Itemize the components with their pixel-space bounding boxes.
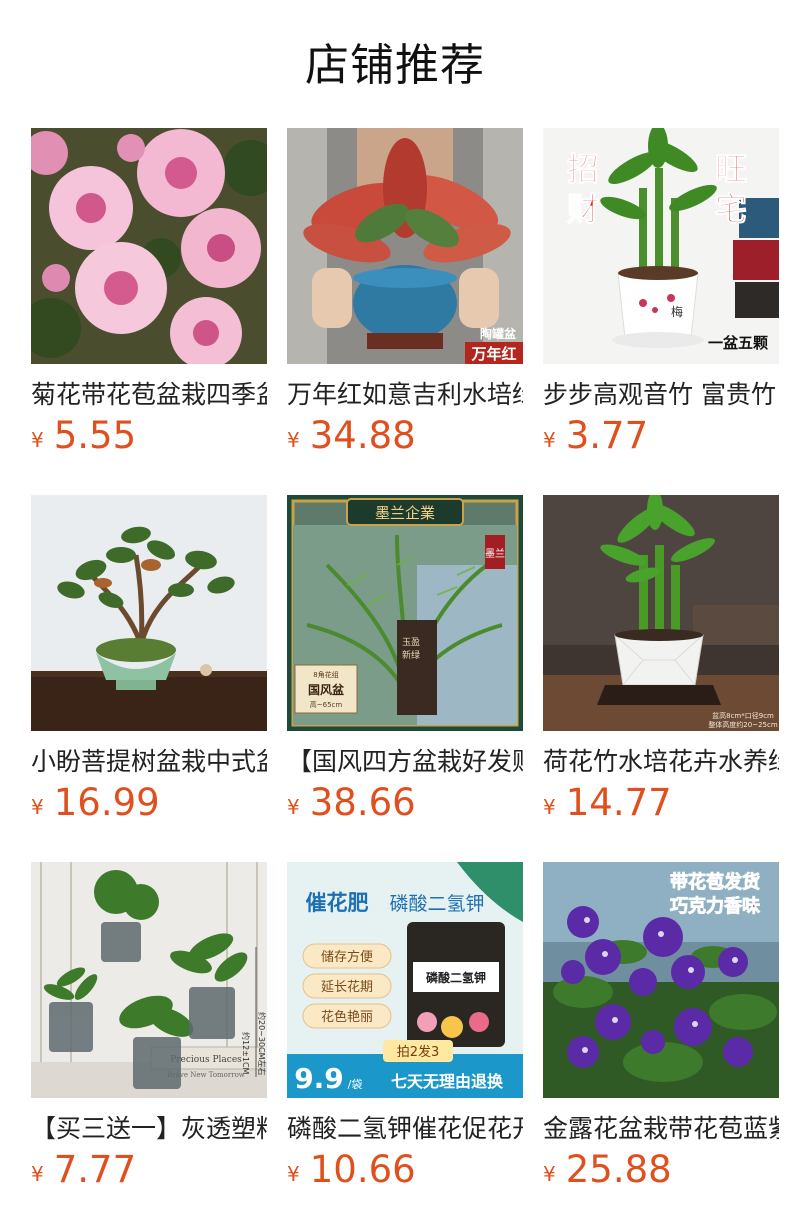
bodhi-bonsai-image[interactable] <box>31 495 267 731</box>
product-card-3[interactable]: 梅 招 财 旺 宅 一盆五颗 步步高观音竹 富贵竹 ¥3.77 <box>543 128 779 458</box>
image-label: 陶罐盆 <box>480 326 517 341</box>
fertilizer-bag-image[interactable]: 催花肥 磷酸二氢钾 储存方便 延长花期 花色艳丽 磷酸二氢钾 拍2发3 9.9 <box>287 862 523 1098</box>
image-label: 旺 <box>715 150 747 188</box>
aglaonema-image[interactable]: 陶罐盆 万年红 <box>287 128 523 364</box>
image-label: 墨兰 <box>485 547 505 560</box>
image-label: 宅 <box>715 190 747 228</box>
product-card-2[interactable]: 陶罐盆 万年红 万年红如意吉利水培绿植 ¥34.88 <box>287 128 523 458</box>
product-name[interactable]: 步步高观音竹 富贵竹 <box>543 377 779 413</box>
image-label: 巧克力香味 <box>670 895 760 917</box>
product-card-8[interactable]: 催花肥 磷酸二氢钾 储存方便 延长花期 花色艳丽 磷酸二氢钾 拍2发3 9.9 <box>287 862 523 1192</box>
image-label: 整体高度约20~25cm <box>708 720 778 729</box>
image-label: 约12±1CM <box>241 1032 251 1075</box>
product-name[interactable]: 金露花盆栽带花苞蓝紫色 <box>543 1111 779 1147</box>
image-label: 梅 <box>671 304 683 319</box>
image-label: 一盆五颗 <box>708 334 768 352</box>
image-label: 墨兰企業 <box>375 504 435 522</box>
image-label: 花色艳丽 <box>321 1009 373 1025</box>
lotus-bamboo-image[interactable]: 盆高8cm*口径9cm 整体高度约20~25cm <box>543 495 779 731</box>
image-label: 财 <box>567 190 599 228</box>
image-label: 延长花期 <box>321 979 373 995</box>
product-price: ¥10.66 <box>287 1148 416 1191</box>
page-title: 店铺推荐 <box>305 40 485 91</box>
product-price: ¥5.55 <box>31 414 137 457</box>
lucky-bamboo-image[interactable]: 梅 招 财 旺 宅 一盆五颗 <box>543 128 779 364</box>
product-name[interactable]: 【国风四方盆栽好发财树 <box>287 744 523 780</box>
image-label: 玉盈 <box>402 637 420 648</box>
product-price: ¥34.88 <box>287 414 416 457</box>
image-label: 新绿 <box>402 649 420 661</box>
image-label: 8角花组 <box>313 670 338 679</box>
product-price: ¥38.66 <box>287 781 416 824</box>
product-name[interactable]: 小盼菩提树盆栽中式盆景 <box>31 744 267 780</box>
image-label: 催花肥 <box>306 891 369 915</box>
product-price: ¥3.77 <box>543 414 649 457</box>
image-label: /袋 <box>348 1077 363 1091</box>
product-card-6[interactable]: 盆高8cm*口径9cm 整体高度约20~25cm 荷花竹水培花卉水养绿植 ¥14… <box>543 495 779 825</box>
product-card-9[interactable]: 带花苞发货 巧克力香味 金露花盆栽带花苞蓝紫色 ¥25.88 <box>543 862 779 1192</box>
areca-palm-image[interactable]: 墨兰企業 墨兰 8角花组 国风盆 高~65cm 玉盈 新绿 <box>287 495 523 731</box>
image-label: 带花苞发货 <box>670 871 760 893</box>
image-label: 招 <box>567 150 599 188</box>
product-name[interactable]: 磷酸二氢钾催花促花开 <box>287 1111 523 1147</box>
image-label: 万年红 <box>470 345 516 363</box>
image-label: 拍2发3 <box>397 1044 440 1060</box>
product-price: ¥7.77 <box>31 1148 137 1191</box>
duranta-flower-image[interactable]: 带花苞发货 巧克力香味 <box>543 862 779 1098</box>
product-card-1[interactable]: 菊花带花苞盆栽四季盆栽 ¥5.55 <box>31 128 267 458</box>
image-label: 七天无理由退换 <box>391 1072 504 1091</box>
product-price: ¥14.77 <box>543 781 672 824</box>
grey-pots-image[interactable]: Precious Places Brave New Tomorrow 约20~3… <box>31 862 267 1098</box>
image-label: 国风盆 <box>308 682 345 697</box>
image-label: 磷酸二氢钾 <box>426 970 486 985</box>
product-card-7[interactable]: Precious Places Brave New Tomorrow 约20~3… <box>31 862 267 1192</box>
image-label: 盆高8cm*口径9cm <box>712 711 774 720</box>
image-label: 高~65cm <box>310 700 343 709</box>
product-name[interactable]: 【买三送一】灰透塑料盆 <box>31 1111 267 1147</box>
product-card-5[interactable]: 墨兰企業 墨兰 8角花组 国风盆 高~65cm 玉盈 新绿 【国风四方盆栽好发财… <box>287 495 523 825</box>
image-label: 磷酸二氢钾 <box>389 893 484 915</box>
chrysanthemum-image[interactable] <box>31 128 267 364</box>
image-label: 约20~30CM左右 <box>257 1012 267 1076</box>
product-price: ¥25.88 <box>543 1148 672 1191</box>
product-name[interactable]: 菊花带花苞盆栽四季盆栽 <box>31 377 267 413</box>
product-card-4[interactable]: 小盼菩提树盆栽中式盆景 ¥16.99 <box>31 495 267 825</box>
product-name[interactable]: 万年红如意吉利水培绿植 <box>287 377 523 413</box>
image-label: 9.9 <box>294 1062 344 1095</box>
product-price: ¥16.99 <box>31 781 160 824</box>
product-name[interactable]: 荷花竹水培花卉水养绿植 <box>543 744 779 780</box>
image-label: 储存方便 <box>321 949 373 965</box>
